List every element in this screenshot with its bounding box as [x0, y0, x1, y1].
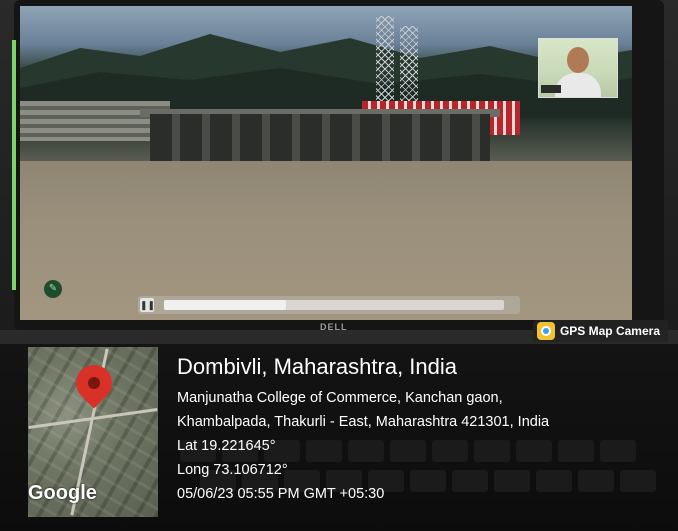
- address-line-1: Manjunatha College of Commerce, Kanchan …: [177, 390, 503, 406]
- location-title: Dombivli, Maharashtra, India: [177, 354, 458, 379]
- left-building: [20, 101, 170, 141]
- dam-gates: [150, 114, 490, 164]
- date-time: 05/06/23 05:55 PM GMT +05:30: [177, 486, 385, 502]
- pause-icon[interactable]: ❚❚: [140, 298, 155, 312]
- google-logo: Google: [28, 482, 97, 504]
- longitude: Long 73.106712°: [177, 462, 288, 478]
- gps-badge-label: GPS Map Camera: [559, 324, 660, 338]
- gps-map-camera-icon: [536, 322, 555, 340]
- dell-logo: DELL: [320, 322, 348, 332]
- video-scrubber[interactable]: [164, 300, 504, 310]
- address-line-2: Khambalpada, Thakurli - East, Maharashtr…: [177, 414, 550, 430]
- laptop-screen: ✎ ❚❚: [20, 6, 632, 320]
- gps-map-camera-badge: GPS Map Camera: [532, 320, 668, 342]
- video-controls: ❚❚: [138, 296, 520, 314]
- latitude: Lat 19.221645°: [177, 438, 276, 454]
- person-head: [567, 47, 589, 73]
- participant-name-tag: [541, 85, 561, 93]
- video-progress-fill: [164, 300, 287, 310]
- pen-icon[interactable]: ✎: [44, 280, 62, 298]
- location-info: Dombivli, Maharashtra, India Manjunatha …: [177, 354, 667, 506]
- window-edge: [12, 40, 16, 290]
- map-pin-icon: [68, 357, 120, 409]
- video-call-thumbnail[interactable]: [538, 38, 618, 98]
- location-map-thumbnail: Google: [28, 347, 158, 517]
- person-shirt: [555, 73, 601, 97]
